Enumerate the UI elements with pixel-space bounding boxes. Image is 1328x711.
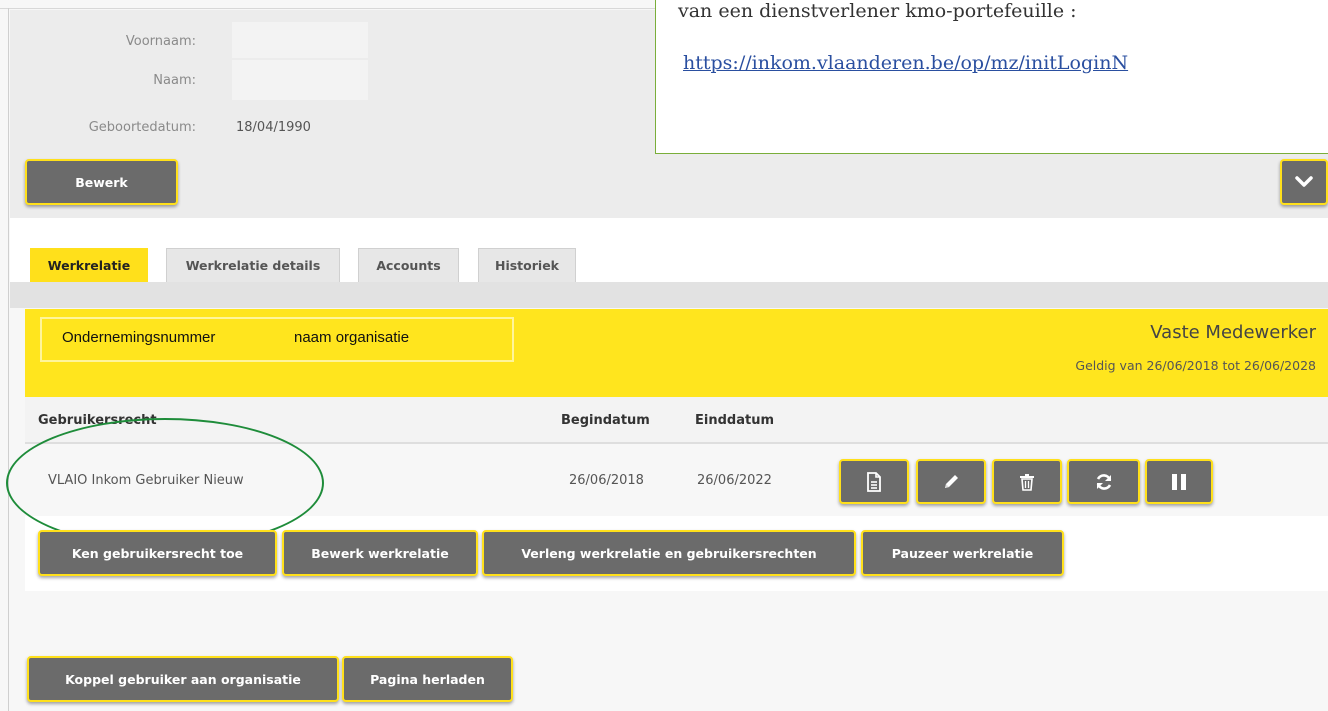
tab-accounts[interactable]: Accounts [358,248,459,282]
annotation-callout [655,0,1328,154]
pause-relation-button[interactable]: Pauzeer werkrelatie [861,530,1064,576]
last-name-label: Naam: [153,73,196,88]
column-header-end: Einddatum [695,413,774,428]
tab-werkrelatie-details[interactable]: Werkrelatie details [166,248,340,282]
window-left-border [8,8,9,711]
birthdate-label: Geboortedatum: [88,120,196,135]
view-document-button[interactable] [839,459,909,504]
organisation-name: naam organisatie [294,329,410,346]
first-name-value-redacted [232,22,368,58]
table-header [25,397,1328,444]
tab-content-border [10,282,1328,308]
pencil-icon [945,474,958,488]
callout-text: van een dienstverlener kmo-portefeuille … [678,0,1077,22]
tab-werkrelatie[interactable]: Werkrelatie [30,248,148,282]
reload-page-button[interactable]: Pagina herladen [342,656,513,702]
column-header-right: Gebruikersrecht [38,413,157,428]
callout-link[interactable]: https://inkom.vlaanderen.be/op/mz/initLo… [683,52,1128,74]
extend-relation-button[interactable]: Verleng werkrelatie en gebruikersrechten [482,530,856,576]
pause-right-button[interactable] [1145,459,1213,504]
edit-right-button[interactable] [916,459,986,504]
expand-button[interactable] [1280,159,1328,205]
relation-role: Vaste Medewerker [1150,322,1316,343]
assign-right-button[interactable]: Ken gebruikersrecht toe [38,530,277,576]
refresh-icon [1096,473,1111,490]
trash-icon [1020,473,1034,491]
birthdate-value: 18/04/1990 [236,120,311,135]
link-user-button[interactable]: Koppel gebruiker aan organisatie [27,656,339,702]
pause-icon [1172,473,1186,490]
document-icon [867,471,881,492]
chevron-down-icon [1295,176,1313,187]
row-end-date: 26/06/2022 [697,473,772,488]
column-header-start: Begindatum [561,413,650,428]
tab-historiek[interactable]: Historiek [478,248,576,282]
first-name-label: Voornaam: [125,34,196,49]
relation-validity: Geldig van 26/06/2018 tot 26/06/2028 [1075,358,1316,373]
edit-profile-button[interactable]: Bewerk [25,159,178,205]
edit-relation-button[interactable]: Bewerk werkrelatie [282,530,478,576]
enterprise-number-label: Ondernemingsnummer [62,329,216,346]
row-right-name: VLAIO Inkom Gebruiker Nieuw [48,473,244,488]
renew-right-button[interactable] [1067,459,1140,504]
row-start-date: 26/06/2018 [569,473,644,488]
last-name-value-redacted [232,60,368,100]
delete-right-button[interactable] [992,459,1062,504]
